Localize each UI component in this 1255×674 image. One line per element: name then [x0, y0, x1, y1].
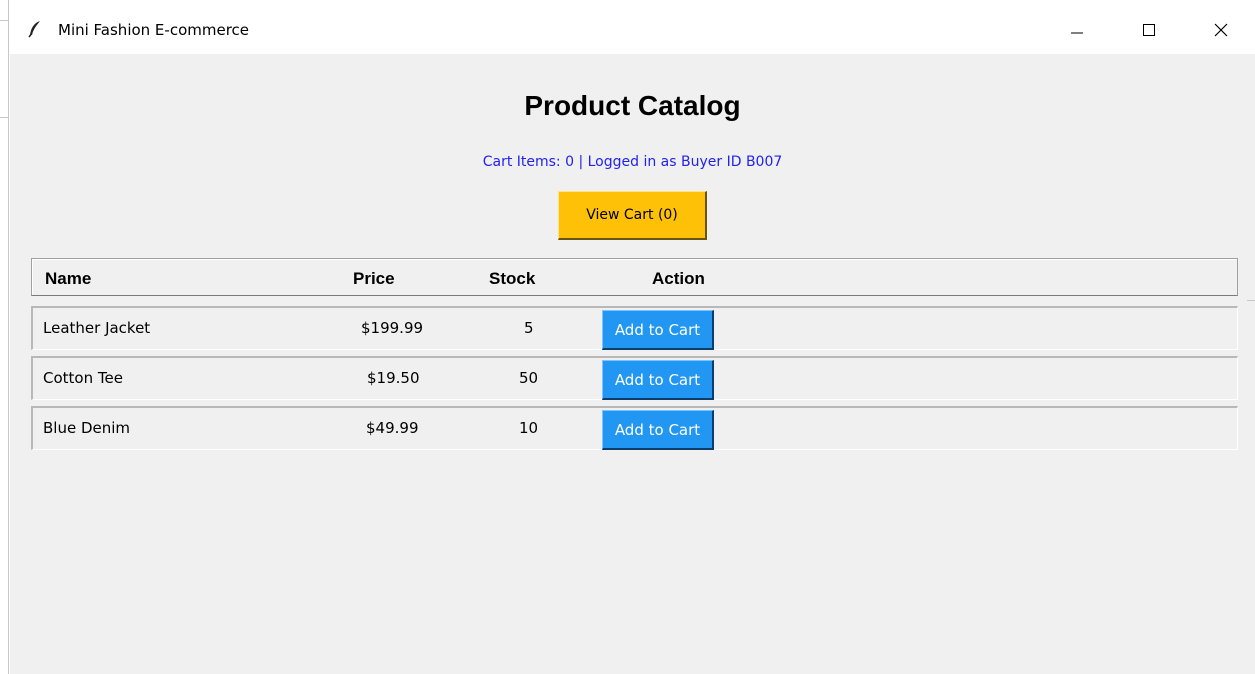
- add-to-cart-button[interactable]: Add to Cart: [602, 360, 714, 400]
- product-price: $19.50: [367, 369, 420, 387]
- close-button[interactable]: [1201, 14, 1241, 46]
- minimize-button[interactable]: [1057, 14, 1097, 46]
- feather-icon: [28, 21, 40, 38]
- product-name: Leather Jacket: [43, 319, 151, 337]
- table-row: Leather Jacket $199.99 5 Add to Cart: [31, 306, 1238, 350]
- column-header-action: Action: [652, 269, 705, 288]
- product-name: Cotton Tee: [43, 369, 123, 387]
- table-header: Name Price Stock Action: [31, 258, 1238, 296]
- main-content: Product Catalog Cart Items: 0 | Logged i…: [10, 54, 1255, 674]
- product-price: $49.99: [366, 419, 419, 437]
- close-icon: [1214, 23, 1228, 37]
- minimize-icon: [1071, 32, 1083, 34]
- column-header-price: Price: [353, 269, 395, 288]
- maximize-icon: [1143, 24, 1155, 36]
- product-stock: 10: [519, 419, 539, 437]
- table-row: Cotton Tee $19.50 50 Add to Cart: [31, 356, 1238, 400]
- product-stock: 50: [519, 369, 539, 387]
- view-cart-button[interactable]: View Cart (0): [558, 191, 707, 240]
- product-name: Blue Denim: [43, 419, 131, 437]
- background-window-edge: [0, 0, 10, 674]
- maximize-button[interactable]: [1129, 14, 1169, 46]
- title-bar[interactable]: Mini Fashion E-commerce: [10, 0, 1255, 54]
- page-title: Product Catalog: [524, 90, 741, 121]
- edge-tick: [0, 117, 8, 118]
- product-stock: 5: [524, 319, 534, 337]
- add-to-cart-button[interactable]: Add to Cart: [602, 310, 714, 350]
- column-header-stock: Stock: [489, 269, 536, 288]
- edge-line: [8, 0, 9, 674]
- table-row: Blue Denim $49.99 10 Add to Cart: [31, 406, 1238, 450]
- cart-status-text: Cart Items: 0 | Logged in as Buyer ID B0…: [482, 154, 783, 170]
- column-header-name: Name: [45, 269, 92, 288]
- window-title: Mini Fashion E-commerce: [58, 21, 250, 39]
- add-to-cart-button[interactable]: Add to Cart: [602, 410, 714, 450]
- app-window: Mini Fashion E-commerce Product Catalog …: [10, 0, 1255, 674]
- edge-tick: [0, 20, 8, 21]
- edge-tick: [1247, 300, 1255, 301]
- product-price: $199.99: [361, 319, 424, 337]
